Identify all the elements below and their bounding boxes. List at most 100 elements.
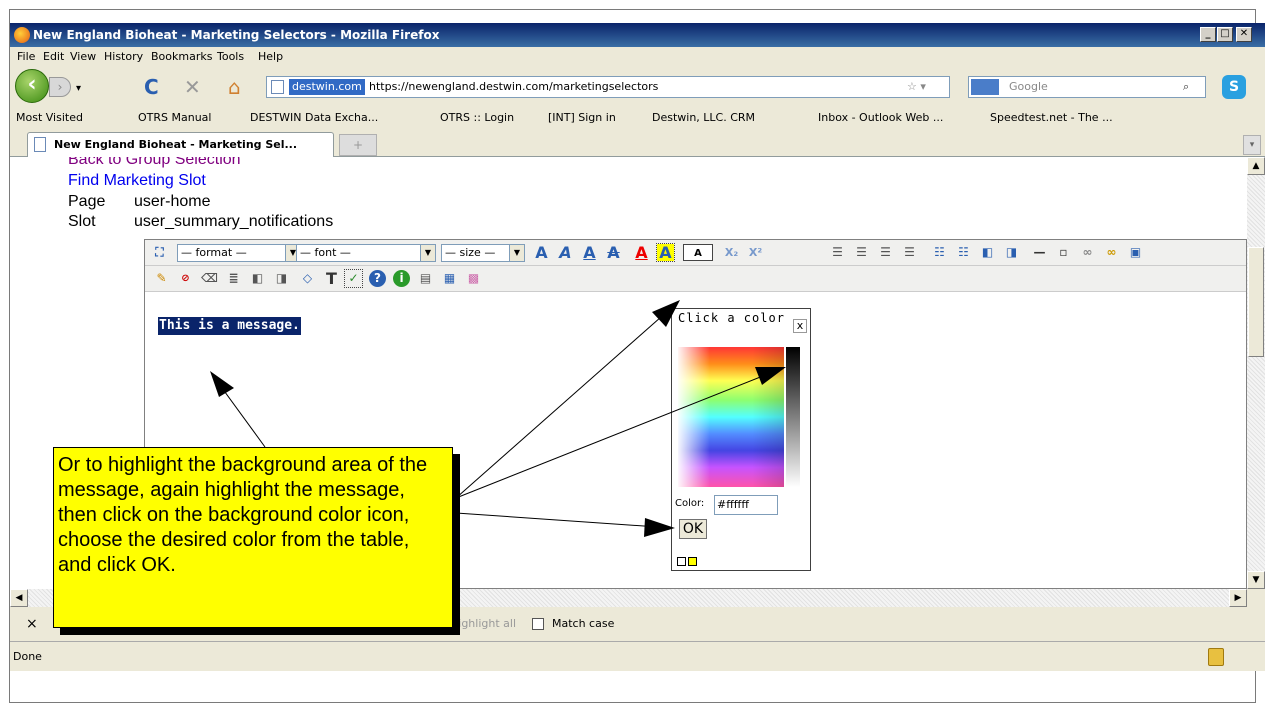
- close-icon[interactable]: x: [793, 319, 807, 333]
- table-properties-icon[interactable]: ▤: [417, 270, 434, 287]
- menu-edit[interactable]: Edit: [43, 47, 64, 67]
- horizontal-rule-icon[interactable]: —: [1031, 244, 1048, 261]
- remove-format-icon[interactable]: ⊘: [177, 270, 194, 287]
- ordered-list-icon[interactable]: ☷: [931, 244, 948, 261]
- background-color-icon[interactable]: A: [656, 243, 675, 262]
- menu-file[interactable]: File: [17, 47, 35, 67]
- bookmark-otrs-manual[interactable]: OTRS Manual: [138, 107, 211, 129]
- text-color-icon[interactable]: A: [633, 244, 650, 261]
- page-icon: [34, 137, 46, 152]
- menu-bookmarks[interactable]: Bookmarks: [151, 47, 212, 67]
- italic-icon[interactable]: A: [557, 244, 574, 261]
- help-icon[interactable]: ?: [369, 270, 386, 287]
- menu-view[interactable]: View: [70, 47, 96, 67]
- superscript-icon[interactable]: X²: [747, 244, 764, 261]
- skype-icon[interactable]: S: [1222, 75, 1246, 99]
- subscript-icon[interactable]: X₂: [723, 244, 740, 261]
- grayscale-strip[interactable]: [786, 347, 800, 487]
- color-value-input[interactable]: #ffffff: [714, 495, 778, 515]
- html-source-icon[interactable]: ◇: [299, 270, 316, 287]
- menu-tools[interactable]: Tools: [217, 47, 244, 67]
- text-box-icon[interactable]: A: [683, 244, 713, 261]
- page-value: user-home: [134, 193, 211, 210]
- insert-left-icon[interactable]: ◧: [249, 270, 266, 287]
- window-title: New England Bioheat - Marketing Selector…: [33, 28, 440, 42]
- image-icon[interactable]: ▣: [1127, 244, 1144, 261]
- format-select[interactable]: — format — ▼: [177, 244, 301, 262]
- scroll-down-button[interactable]: ▼: [1247, 571, 1265, 589]
- forward-button[interactable]: ›: [49, 77, 71, 97]
- eraser-icon[interactable]: ✎: [153, 270, 170, 287]
- selected-message-text[interactable]: This is a message.: [158, 317, 301, 335]
- lock-icon[interactable]: [1208, 648, 1224, 666]
- back-button[interactable]: ‹: [15, 69, 49, 103]
- home-icon[interactable]: ⌂: [228, 77, 241, 97]
- bookmark-destwin-crm[interactable]: Destwin, LLC. CRM: [652, 107, 755, 129]
- menu-help[interactable]: Help: [258, 47, 283, 67]
- row-properties-icon[interactable]: ▦: [441, 270, 458, 287]
- tab-list-icon[interactable]: ▾: [1243, 135, 1261, 155]
- clean-icon[interactable]: ⌫: [201, 270, 218, 287]
- ok-button[interactable]: OK: [679, 519, 707, 539]
- justify-icon[interactable]: ☰: [901, 244, 918, 261]
- bookmark-outlook[interactable]: Inbox - Outlook Web ...: [818, 107, 943, 129]
- format-select-value: — format —: [181, 246, 247, 259]
- highlight-all-button[interactable]: Highlight all: [450, 607, 516, 641]
- search-icon[interactable]: ⌕: [1183, 77, 1189, 97]
- match-case-checkbox[interactable]: [532, 618, 544, 630]
- close-find-bar-icon[interactable]: ×: [26, 607, 38, 641]
- maximize-button[interactable]: □: [1217, 27, 1233, 42]
- address-bar[interactable]: destwin.com https://newengland.destwin.c…: [266, 76, 950, 98]
- bookmarks-toolbar: Most Visited OTRS Manual DESTWIN Data Ex…: [10, 107, 1265, 129]
- bookmark-int-signin[interactable]: [INT] Sign in: [548, 107, 616, 129]
- bookmark-speedtest[interactable]: Speedtest.net - The ...: [990, 107, 1113, 129]
- color-picker-title: Click a color: [672, 309, 810, 343]
- reload-icon[interactable]: C: [144, 77, 159, 97]
- tab-marketing-selectors[interactable]: New England Bioheat - Marketing Sel...: [27, 132, 334, 158]
- scroll-thumb[interactable]: [1248, 247, 1264, 357]
- size-select[interactable]: — size — ▼: [441, 244, 525, 262]
- insert-right-icon[interactable]: ◨: [273, 270, 290, 287]
- stop-icon[interactable]: ✕: [184, 77, 201, 97]
- underline-icon[interactable]: A: [581, 244, 598, 261]
- new-tab-button[interactable]: +: [339, 134, 377, 156]
- scroll-left-button[interactable]: ◀: [10, 589, 28, 607]
- bookmark-otrs-login[interactable]: OTRS :: Login: [440, 107, 514, 129]
- scroll-right-button[interactable]: ▶: [1229, 589, 1247, 607]
- bookmark-star-icon[interactable]: ☆ ▾: [907, 77, 926, 97]
- history-dropdown-icon[interactable]: ▾: [76, 79, 81, 99]
- search-input[interactable]: Google ⌕: [968, 76, 1206, 98]
- cell-properties-icon[interactable]: ▩: [465, 270, 482, 287]
- paste-word-icon[interactable]: T: [323, 270, 340, 287]
- site-identity-badge[interactable]: destwin.com: [289, 79, 365, 95]
- align-right-icon[interactable]: ☰: [877, 244, 894, 261]
- bookmark-most-visited[interactable]: Most Visited: [16, 107, 83, 129]
- swatch-yellow[interactable]: [688, 557, 697, 566]
- strikethrough-icon[interactable]: A: [605, 244, 622, 261]
- size-select-value: — size —: [445, 246, 496, 259]
- vertical-scrollbar[interactable]: ▲ ▼: [1247, 157, 1265, 589]
- back-to-group-link[interactable]: Back to Group Selection: [68, 157, 241, 169]
- font-select[interactable]: — font — ▼: [296, 244, 436, 262]
- find-marketing-slot-link[interactable]: Find Marketing Slot: [68, 172, 206, 190]
- align-left-icon[interactable]: ☰: [829, 244, 846, 261]
- bold-icon[interactable]: A: [533, 244, 550, 261]
- close-button[interactable]: ✕: [1236, 27, 1252, 42]
- search-engine-icon[interactable]: [971, 79, 999, 95]
- outdent-icon[interactable]: ◧: [979, 244, 996, 261]
- table-icon[interactable]: ≣: [225, 270, 242, 287]
- indent-icon[interactable]: ◨: [1003, 244, 1020, 261]
- fullscreen-icon[interactable]: ⛶: [151, 244, 168, 261]
- minimize-button[interactable]: _: [1200, 27, 1216, 42]
- unordered-list-icon[interactable]: ☷: [955, 244, 972, 261]
- scroll-up-button[interactable]: ▲: [1247, 157, 1265, 175]
- about-icon[interactable]: i: [393, 270, 410, 287]
- bookmark-destwin-data[interactable]: DESTWIN Data Excha...: [250, 107, 378, 129]
- swatch-white[interactable]: [677, 557, 686, 566]
- link-icon[interactable]: ∞: [1079, 244, 1096, 261]
- anchor-icon[interactable]: ▫: [1055, 244, 1072, 261]
- spellcheck-icon[interactable]: ✓: [344, 269, 363, 288]
- insert-link-icon[interactable]: ∞: [1103, 244, 1120, 261]
- align-center-icon[interactable]: ☰: [853, 244, 870, 261]
- menu-history[interactable]: History: [104, 47, 143, 67]
